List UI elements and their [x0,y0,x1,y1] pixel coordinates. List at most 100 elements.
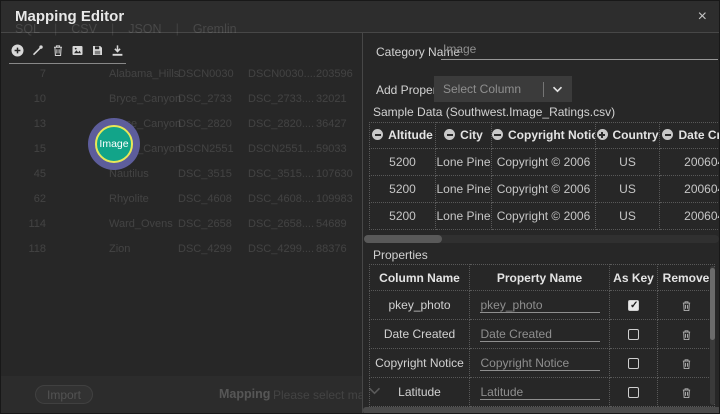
add-node-icon[interactable] [11,44,24,57]
backdrop-table-cell: DSC_2820.... [248,112,314,137]
backdrop-table: 7Alabama_HillsDSCN0030DSCN0030....203596… [1,33,362,413]
backdrop-table-cell: DSC_2658.... [248,212,314,237]
minus-circle-icon[interactable] [662,129,673,140]
category-name-input[interactable] [441,39,718,60]
sample-data-table-wrap: Altitude City Copyright Notice Country Date … [369,122,719,230]
sample-column-label: Country [613,128,659,142]
as-key-cell [610,320,658,349]
export-image-icon[interactable] [71,44,84,57]
column-select-dropdown[interactable]: Select Column [434,76,572,102]
minus-circle-icon[interactable] [372,129,383,140]
sample-column-label: Date Created [678,128,719,142]
close-icon[interactable]: × [698,1,707,32]
backdrop-table-cell: DSCN0030 [178,62,234,87]
sample-column-label: Copyright Notice [508,128,596,142]
backdrop-table-cell: 54689 [316,212,347,237]
sample-header-content: Altitude [372,128,433,142]
property-column-name: pkey_photo [370,291,470,320]
plus-circle-icon[interactable] [597,129,608,140]
backdrop-table-cell: 118 [1,237,46,262]
property-name-input[interactable] [480,298,600,313]
backdrop-table-cell: DSC_3515.... [248,162,314,187]
property-row: Latitude [370,378,715,407]
canvas-panel: 7Alabama_HillsDSCN0030DSCN0030....203596… [1,33,363,413]
backdrop-table-cell: DSC_2658 [178,212,232,237]
backdrop-table-cell: Zion [109,237,130,262]
backdrop-table-cell: Rhyolite [109,187,149,212]
sample-h-scrollbar [364,235,719,243]
as-key-cell [610,378,658,407]
properties-h-scrollbar[interactable] [363,407,719,413]
as-key-checkbox[interactable] [628,387,639,398]
property-name-input[interactable] [480,327,600,342]
backdrop-footer-band [1,376,362,413]
property-column-name: Latitude [370,378,470,407]
sample-column-header: City [436,123,492,149]
remove-trash-icon[interactable] [681,387,692,399]
as-key-checkbox[interactable] [628,358,639,369]
delete-icon[interactable] [51,44,64,57]
property-column-name: Copyright Notice [370,349,470,378]
properties-v-scrollbar-thumb[interactable] [710,268,715,340]
property-row: Copyright Notice [370,349,715,378]
dialog-title: Mapping Editor [15,1,124,32]
properties-header-row: Column NameProperty NameAs KeyRemove [370,265,715,291]
backdrop-table-cell: DSCN2551.... [248,137,316,162]
save-icon[interactable] [91,44,104,57]
property-name-cell [470,291,610,320]
backdrop-table-cell: DSC_4608.... [248,187,314,212]
backdrop-table-cell: 109983 [316,187,353,212]
sample-header-row: Altitude City Copyright Notice Country Date … [370,123,720,149]
backdrop-table-cell: Ward_Ovens [109,212,173,237]
property-name-cell [470,320,610,349]
properties-v-scrollbar [710,266,715,405]
download-icon[interactable] [111,44,124,57]
properties-title: Properties [373,248,428,262]
sample-data-title: Sample Data (Southwest.Image_Ratings.csv… [373,105,615,119]
chevron-down-icon [552,80,563,98]
sample-data-cell: Copyright © 2006 [492,203,596,230]
backdrop-table-row: 62RhyoliteDSC_4608DSC_4608....109983 [1,187,362,212]
backdrop-table-row: 13Bryce_CanyonDSC_2820DSC_2820....36427 [1,112,362,137]
property-name-cell [470,349,610,378]
backdrop-table-cell: 88376 [316,237,347,262]
properties-table-wrap: Column NameProperty NameAs KeyRemovepkey… [369,264,715,407]
backdrop-import-button: Import [35,385,93,404]
backdrop-table-row: 118ZionDSC_4299DSC_4299....88376 [1,237,362,262]
property-name-cell [470,378,610,407]
property-name-input[interactable] [480,385,600,400]
remove-trash-icon[interactable] [681,358,692,370]
sample-column-header: Copyright Notice [492,123,596,149]
sample-data-cell: US [596,149,660,176]
remove-cell [658,291,715,320]
backdrop-table-cell: 13 [1,112,46,137]
mapping-editor-dialog: Mapping Editor × SQL|CSV|JSON|Gremlin 7A… [0,0,720,414]
sample-column-header: Date Created [660,123,720,149]
add-edge-icon[interactable] [31,44,44,57]
remove-cell [658,320,715,349]
sample-h-scrollbar-thumb[interactable] [364,235,442,243]
backdrop-table-cell: DSCN0030.... [248,62,316,87]
as-key-cell [610,291,658,320]
sample-column-header: Country [596,123,660,149]
remove-trash-icon[interactable] [681,329,692,341]
remove-cell [658,349,715,378]
sample-column-label: City [460,128,483,142]
backdrop-table-cell: DSC_4299 [178,237,232,262]
backdrop-table-cell: Alabama_Hills [109,62,179,87]
sample-data-row: 5200Lone PineCopyright © 2006US2006040 [370,176,720,203]
property-name-input[interactable] [480,356,600,371]
as-key-checkbox[interactable] [628,329,639,340]
category-node-image[interactable]: Image [88,118,140,170]
backdrop-mapping-label: Mapping [219,387,270,401]
backdrop-table-cell: 45 [1,162,46,187]
backdrop-table-cell: 10 [1,87,46,112]
select-divider [543,82,544,97]
minus-circle-icon[interactable] [444,129,455,140]
backdrop-table-row: 7Alabama_HillsDSCN0030DSCN0030....203596 [1,62,362,87]
properties-column-header: Column Name [370,265,470,291]
as-key-checkbox-checked[interactable] [628,300,639,311]
sample-data-cell: Copyright © 2006 [492,149,596,176]
remove-trash-icon[interactable] [681,300,692,312]
minus-circle-icon[interactable] [492,129,503,140]
